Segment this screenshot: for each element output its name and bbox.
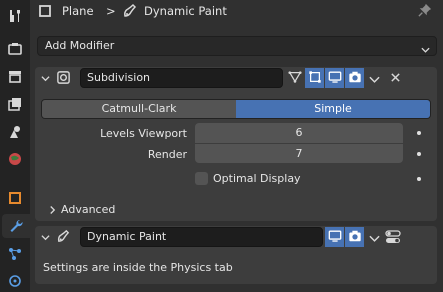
keyframe-dot-icon[interactable] bbox=[417, 152, 421, 156]
subdivision-type-selector: Catmull-Clark Simple bbox=[41, 99, 431, 119]
particles-tab-icon[interactable] bbox=[3, 242, 27, 266]
extra-options-chevron-icon[interactable] bbox=[369, 74, 380, 87]
render-levels-label: Render bbox=[147, 148, 187, 161]
optimal-display-checkbox[interactable] bbox=[195, 172, 208, 185]
dynamic-paint-brush-icon bbox=[56, 229, 71, 247]
scene-tab-icon[interactable] bbox=[3, 120, 27, 144]
dynamic-paint-modifier-panel: Dynamic Paint Settings are inside the Ph… bbox=[35, 226, 437, 284]
mesh-object-icon bbox=[37, 3, 53, 22]
collapse-chevron-icon[interactable] bbox=[41, 73, 50, 86]
viewport-display-toggle[interactable] bbox=[325, 227, 344, 247]
drag-handle-icon[interactable] bbox=[385, 229, 401, 248]
modifier-context-name: Dynamic Paint bbox=[144, 4, 227, 18]
levels-viewport-label: Levels Viewport bbox=[100, 127, 187, 140]
collapse-chevron-icon[interactable] bbox=[41, 232, 50, 245]
properties-tab-bar bbox=[0, 0, 30, 292]
optimal-display-label: Optimal Display bbox=[213, 172, 301, 185]
physics-info-text: Settings are inside the Physics tab bbox=[43, 261, 233, 274]
modifier-name-field[interactable]: Subdivision bbox=[80, 68, 283, 88]
render-tab-icon[interactable] bbox=[3, 37, 27, 61]
output-tab-icon[interactable] bbox=[3, 64, 27, 88]
add-modifier-dropdown[interactable]: Add Modifier bbox=[37, 36, 437, 56]
physics-tab-icon[interactable] bbox=[3, 268, 27, 292]
object-tab-icon[interactable] bbox=[3, 186, 27, 210]
keyframe-dot-icon[interactable] bbox=[417, 177, 421, 181]
world-tab-icon[interactable] bbox=[3, 147, 27, 171]
breadcrumb-separator: > bbox=[106, 4, 116, 18]
edit-mode-icon bbox=[308, 70, 322, 87]
keyframe-dot-icon[interactable] bbox=[417, 131, 421, 135]
modifiers-tab-icon[interactable] bbox=[2, 214, 30, 238]
subdivision-square-icon bbox=[56, 70, 71, 88]
breadcrumb: Plane > Dynamic Paint bbox=[30, 0, 443, 24]
object-name: Plane bbox=[62, 4, 94, 18]
monitor-icon bbox=[328, 70, 342, 87]
levels-viewport-field[interactable]: 6 bbox=[195, 123, 403, 143]
chevron-right-icon[interactable] bbox=[49, 205, 56, 218]
modifier-header: Dynamic Paint bbox=[35, 226, 437, 248]
dynamic-paint-icon bbox=[122, 3, 138, 22]
advanced-subpanel-header[interactable]: Advanced bbox=[61, 203, 115, 216]
modifier-header: Subdivision bbox=[35, 67, 437, 89]
extra-options-chevron-icon[interactable] bbox=[369, 233, 380, 246]
view-layer-tab-icon[interactable] bbox=[3, 92, 27, 116]
close-icon[interactable] bbox=[390, 72, 401, 86]
on-cage-toggle[interactable] bbox=[285, 68, 304, 88]
camera-icon bbox=[348, 229, 362, 246]
add-modifier-label: Add Modifier bbox=[45, 39, 115, 52]
vertex-triangle-icon bbox=[287, 70, 302, 87]
subdivision-modifier-panel: Subdivision Catmull-Clark Simple Levels … bbox=[35, 67, 437, 221]
catmull-clark-option[interactable]: Catmull-Clark bbox=[42, 100, 236, 118]
viewport-display-toggle[interactable] bbox=[325, 68, 344, 88]
monitor-icon bbox=[328, 229, 342, 246]
edit-mode-toggle[interactable] bbox=[305, 68, 324, 88]
render-toggle[interactable] bbox=[345, 68, 364, 88]
properties-editor: Plane > Dynamic Paint Add Modifier Subdi… bbox=[30, 0, 443, 292]
render-toggle[interactable] bbox=[345, 227, 364, 247]
chevron-down-icon bbox=[421, 42, 430, 60]
tool-tab-icon[interactable] bbox=[3, 4, 27, 28]
pin-icon[interactable] bbox=[418, 3, 432, 20]
render-levels-field[interactable]: 7 bbox=[195, 143, 403, 163]
camera-icon bbox=[348, 70, 362, 87]
modifier-name-field[interactable]: Dynamic Paint bbox=[80, 227, 323, 247]
simple-option[interactable]: Simple bbox=[236, 100, 430, 118]
